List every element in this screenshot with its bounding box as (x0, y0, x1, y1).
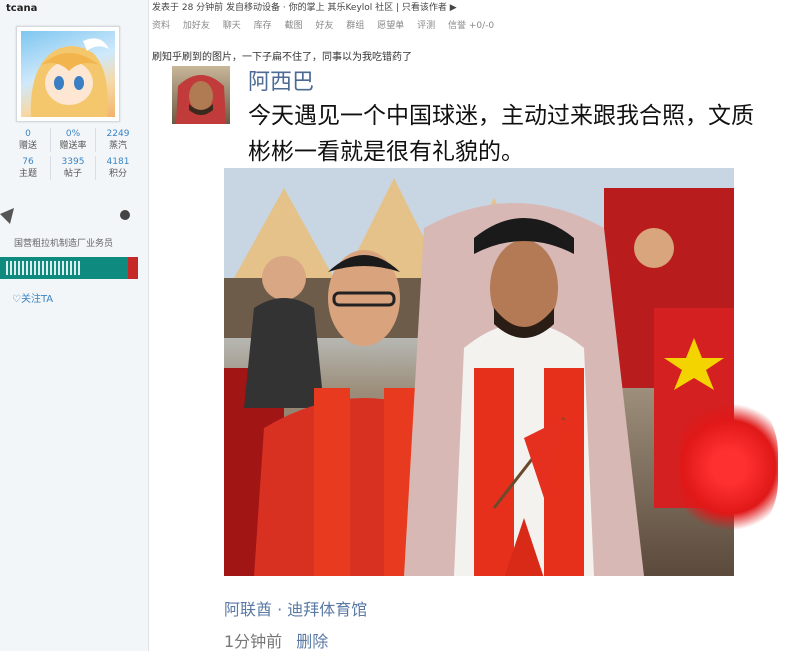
user-stats: 0 赠送 0% 赠送率 2249 蒸汽 76 主题 3395 帖子 4181 积分 (6, 128, 140, 184)
toolbar-profile[interactable]: 资料 (152, 21, 170, 31)
toolbar-inventory[interactable]: 库存 (254, 21, 272, 31)
toolbar-groups[interactable]: 群组 (346, 21, 364, 31)
toolbar-add-friend[interactable]: 加好友 (183, 21, 210, 31)
stat-gift[interactable]: 0 赠送 (6, 128, 51, 152)
post-author-name: 阿西巴 (248, 70, 315, 95)
stat-topics[interactable]: 76 主题 (6, 156, 51, 180)
post-time: 1分钟前 (224, 632, 283, 651)
user-toolbar: 资料 加好友 聊天 库存 截图 好友 群组 愿望单 评测 信誉 +0/-0 (152, 18, 800, 36)
toolbar-wishlist[interactable]: 愿望单 (377, 21, 404, 31)
post-meta-line: 发表于 28 分钟前 发自移动设备 · 你的掌上 其乐Keylol 社区 | 只… (152, 3, 457, 13)
embedded-screenshot: 阿西巴 今天遇见一个中国球迷，主动过来跟我合照，文质彬彬一看就是很有礼貌的。 阿… (160, 62, 776, 651)
stat-posts[interactable]: 3395 帖子 (51, 156, 96, 180)
user-badge[interactable] (0, 257, 138, 279)
stat-gift-rate[interactable]: 0% 赠送率 (51, 128, 96, 152)
user-sidebar: tcana 0 赠送 0% 赠送率 2249 蒸汽 76 主题 3395 帖子 4181 积… (0, 0, 149, 651)
toolbar-reputation[interactable]: 信誉 +0/-0 (448, 21, 494, 31)
post-meta: 1分钟前 删除 (224, 628, 328, 652)
toolbar-chat[interactable]: 聊天 (223, 21, 241, 31)
toolbar-friends[interactable]: 好友 (315, 21, 333, 31)
post-caption: 刷知乎刷到的图片，一下子扁不住了，同事以为我吃错药了 (152, 52, 412, 63)
medal-icon[interactable] (0, 204, 22, 226)
sidebar-username[interactable]: tcana (6, 3, 37, 14)
user-title: 国营粗拉机制造厂业务员 (14, 239, 114, 249)
post-author-avatar (172, 66, 230, 124)
avatar[interactable] (16, 26, 120, 122)
stat-steam[interactable]: 2249 蒸汽 (96, 128, 140, 152)
toolbar-reviews[interactable]: 评测 (417, 21, 435, 31)
post-photo (224, 168, 734, 576)
post-location: 阿联酋 · 迪拜体育馆 (224, 600, 368, 619)
toolbar-screenshots[interactable]: 截图 (285, 21, 303, 31)
follow-button[interactable]: ♡关注TA (12, 290, 53, 305)
stat-points[interactable]: 4181 积分 (96, 156, 140, 180)
red-blob-decoration (680, 398, 778, 536)
delete-link[interactable]: 删除 (296, 632, 328, 651)
post-text: 今天遇见一个中国球迷，主动过来跟我合照，文质彬彬一看就是很有礼貌的。 (248, 103, 754, 165)
online-status-icon (120, 210, 130, 220)
avatar-image (21, 31, 115, 117)
